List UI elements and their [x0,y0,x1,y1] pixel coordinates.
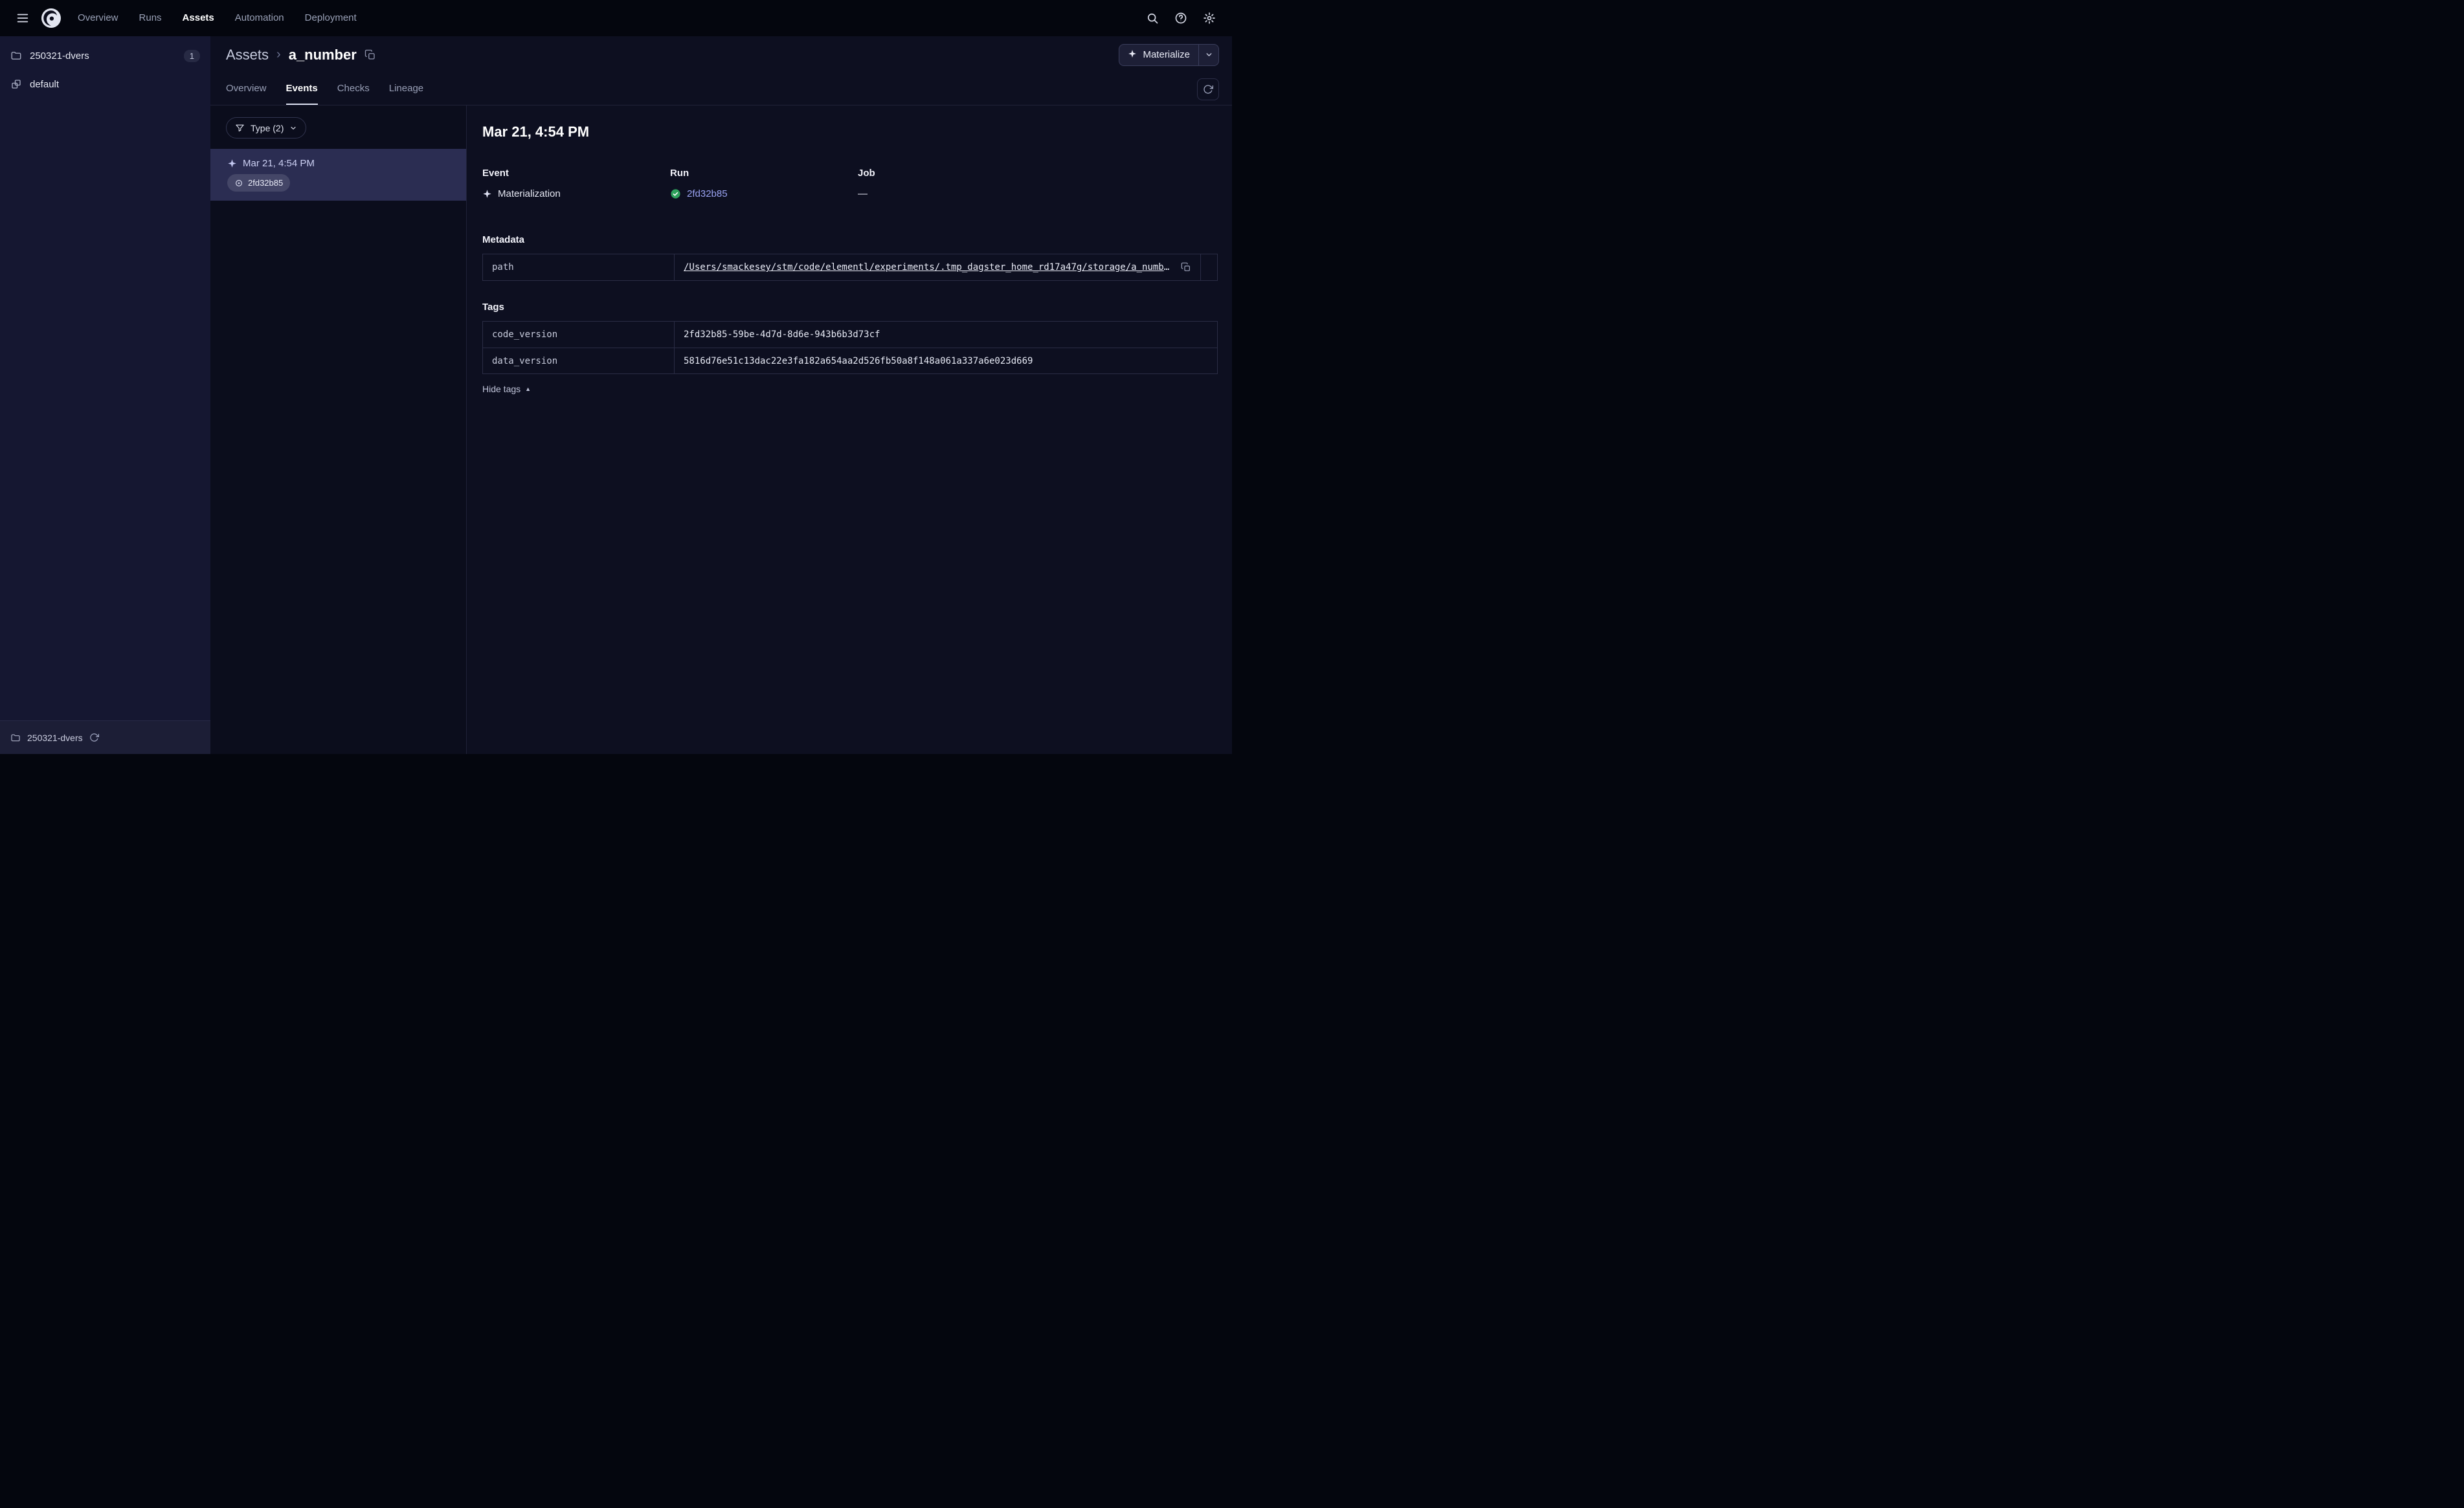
sidebar-item-default[interactable]: default [0,70,210,98]
nav-item-automation[interactable]: Automation [235,0,284,36]
tab-lineage[interactable]: Lineage [389,73,423,105]
nav-item-runs[interactable]: Runs [139,0,162,36]
event-summary: Event Materialization Run 2fd32b85 Job — [482,168,1218,199]
asset-tabs: Overview Events Checks Lineage [210,73,1232,105]
type-filter-button[interactable]: Type (2) [226,117,307,139]
asset-group-icon [10,78,22,90]
caret-up-icon: ▲ [525,386,532,392]
tags-section-title: Tags [482,302,504,313]
chevron-down-icon [291,126,296,129]
sidebar-item-label: default [30,78,60,90]
materialize-button: Materialize [1119,43,1219,66]
code-location-label: 250321-dvers [27,732,83,743]
top-nav: Overview Runs Assets Automation Deployme… [0,0,1232,36]
job-value: — [858,188,868,199]
nav-item-deployment[interactable]: Deployment [305,0,357,36]
tag-value: 2fd32b85-59be-4d7d-8d6e-943b6b3d73cf [684,329,880,340]
event-type-value: Materialization [498,188,561,199]
tab-label: Overview [226,83,267,94]
table-row: code_version 2fd32b85-59be-4d7d-8d6e-943… [483,322,1217,348]
page-title: a_number [288,46,357,63]
materialize-icon [1128,49,1137,61]
nav-item-assets[interactable]: Assets [183,0,214,36]
dagster-logo[interactable] [38,5,65,32]
copy-icon[interactable] [364,49,376,61]
tag-key: code_version [483,322,675,348]
materialize-button-main[interactable]: Materialize [1119,45,1198,65]
folder-icon [10,733,21,743]
hide-tags-label: Hide tags [482,384,521,394]
search-icon[interactable] [1140,6,1165,30]
table-cell-spacer [1200,254,1217,280]
chevron-down-icon[interactable] [1199,45,1218,65]
filter-button-label: Type (2) [251,122,284,133]
sidebar-item-250321-dvers[interactable]: 250321-dvers 1 [0,41,210,70]
job-label: Job [858,168,875,179]
tags-table: code_version 2fd32b85-59be-4d7d-8d6e-943… [482,321,1218,374]
run-target-icon [234,179,243,188]
folder-icon [10,50,22,61]
asset-count-badge: 1 [183,49,200,62]
tag-key: data_version [483,348,675,373]
tag-value: 5816d76e51c13dac22e3fa182a654aa2d526fb50… [684,355,1033,366]
gear-icon[interactable] [1197,6,1222,30]
run-label: Run [670,168,689,179]
events-list-panel: Type (2) Mar 21, 4:54 PM 2fd32b85 [210,105,467,754]
help-icon[interactable] [1169,6,1193,30]
tab-label: Checks [337,83,370,94]
tab-label: Lineage [388,83,424,94]
metadata-table: path /Users/smackesey/stm/code/elementl/… [482,254,1218,281]
breadcrumb-separator: › [276,47,281,61]
event-run-pill[interactable]: 2fd32b85 [227,174,291,192]
hide-tags-button[interactable]: Hide tags ▲ [482,384,531,394]
table-row: data_version 5816d76e51c13dac22e3fa182a6… [483,348,1217,373]
event-list-item[interactable]: Mar 21, 4:54 PM 2fd32b85 [210,149,466,201]
tab-label: Events [286,83,318,94]
filter-bar: Type (2) [210,105,466,149]
tab-overview[interactable]: Overview [226,73,267,105]
filter-icon [236,124,244,132]
event-timestamp: Mar 21, 4:54 PM [243,158,315,169]
dagster-app: Overview Runs Assets Automation Deployme… [0,0,1232,754]
tab-checks[interactable]: Checks [337,73,370,105]
copy-icon[interactable] [1181,262,1191,272]
asset-groups-sidebar: 250321-dvers 1 default 250321-dvers [0,36,210,754]
run-id-link[interactable]: 2fd32b85 [687,188,728,199]
primary-nav: Overview Runs Assets Automation Deployme… [78,0,357,36]
hamburger-icon[interactable] [10,6,35,30]
topnav-actions [1140,6,1222,30]
event-run-id: 2fd32b85 [248,178,284,188]
sidebar-item-label: 250321-dvers [30,50,89,61]
breadcrumb-assets-link[interactable]: Assets [226,47,269,63]
metadata-path-link[interactable]: /Users/smackesey/stm/code/elementl/exper… [684,262,1174,272]
materialization-star-icon [482,189,492,199]
tab-events[interactable]: Events [286,73,318,105]
nav-item-overview[interactable]: Overview [78,0,118,36]
check-circle-icon [670,188,681,199]
materialization-star-icon [227,159,237,168]
asset-header: Assets › a_number Materialize [210,36,1232,73]
code-location-footer: 250321-dvers [0,720,210,754]
materialize-button-label: Materialize [1143,49,1190,60]
table-row: path /Users/smackesey/stm/code/elementl/… [483,254,1217,280]
reload-icon[interactable] [89,733,99,742]
event-detail-title: Mar 21, 4:54 PM [482,124,590,140]
event-detail-panel: Mar 21, 4:54 PM Event Materialization Ru… [467,105,1232,754]
metadata-section-title: Metadata [482,234,525,245]
refresh-icon[interactable] [1197,78,1219,100]
metadata-key: path [483,254,675,280]
event-label: Event [482,168,509,179]
